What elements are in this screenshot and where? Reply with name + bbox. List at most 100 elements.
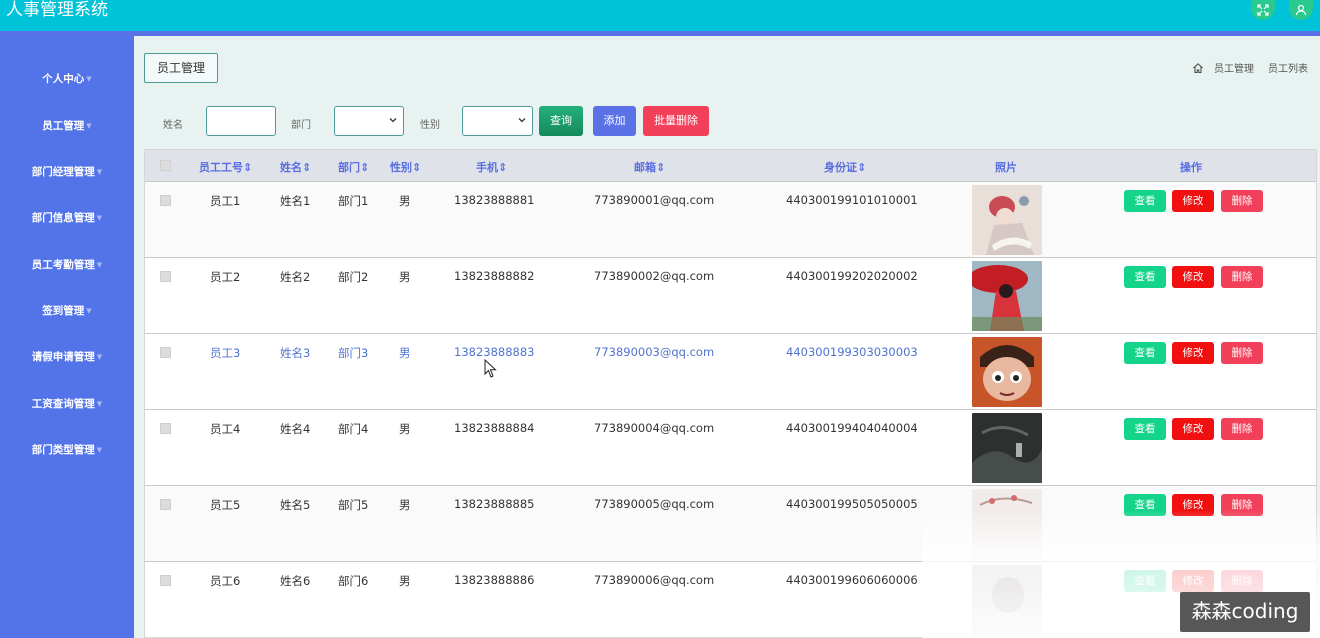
column-label: 邮箱 (634, 161, 656, 174)
delete-button[interactable]: 删除 (1221, 190, 1263, 212)
cell-phone: 13823888884 (454, 421, 535, 435)
gender-select[interactable] (462, 106, 533, 136)
cell-idcard: 440300199505050005 (786, 497, 918, 511)
sidebar-item-employee[interactable]: 员工管理 ▼ (0, 118, 134, 133)
view-button[interactable]: 查看 (1124, 342, 1166, 364)
table-row[interactable]: 员工4 姓名4 部门4 男 13823888884 773890004@qq.c… (145, 409, 1316, 485)
row-checkbox[interactable] (160, 575, 171, 586)
cell-gender: 男 (399, 498, 411, 512)
edit-button[interactable]: 修改 (1172, 342, 1214, 364)
employee-photo (972, 261, 1042, 331)
sort-icon: ⇕ (360, 161, 370, 174)
employee-photo (972, 337, 1042, 407)
edit-button[interactable]: 修改 (1172, 190, 1214, 212)
sidebar-item-sign-in[interactable]: 签到管理 ▼ (0, 303, 134, 318)
table-row[interactable]: 员工2 姓名2 部门2 男 13823888882 773890002@qq.c… (145, 257, 1316, 333)
user-button[interactable] (1289, 0, 1313, 20)
sidebar: 个人中心 ▼ 员工管理 ▼ 部门经理管理 ▼ 部门信息管理 ▼ 员工考勤管理 ▼ 签到管理… (0, 36, 134, 638)
sidebar-item-label: 工资查询管理 (31, 398, 95, 410)
page-tag[interactable]: 员工管理 (144, 53, 218, 83)
select-all-checkbox[interactable] (160, 160, 171, 171)
delete-button[interactable]: 删除 (1221, 342, 1263, 364)
row-checkbox[interactable] (160, 423, 171, 434)
sidebar-item-dept-type[interactable]: 部门类型管理 ▼ (0, 442, 134, 457)
sidebar-item-label: 个人中心 (42, 73, 85, 85)
mouse-cursor-icon (484, 359, 497, 378)
column-header-id[interactable]: 员工工号⇕ (199, 159, 252, 175)
cell-email: 773890005@qq.com (594, 497, 715, 511)
chevron-down-icon: ▼ (96, 446, 103, 454)
row-checkbox[interactable] (160, 347, 171, 358)
view-button[interactable]: 查看 (1124, 418, 1166, 440)
watermark: 森森coding (1180, 592, 1310, 632)
column-label: 姓名 (280, 161, 302, 174)
cell-idcard: 440300199404040004 (786, 421, 918, 435)
sidebar-item-attendance[interactable]: 员工考勤管理 ▼ (0, 257, 134, 272)
table-row[interactable]: 员工1 姓名1 部门1 男 13823888881 773890001@qq.c… (145, 181, 1316, 257)
cell-idcard: 440300199101010001 (786, 193, 918, 207)
view-button[interactable]: 查看 (1124, 266, 1166, 288)
batch-delete-button[interactable]: 批量删除 (643, 106, 709, 136)
sidebar-item-label: 部门信息管理 (31, 212, 95, 224)
cell-email: 773890003@qq.com (594, 345, 715, 359)
cell-email: 773890004@qq.com (594, 421, 715, 435)
breadcrumb-item[interactable]: 员工管理 (1214, 60, 1254, 75)
column-header-phone[interactable]: 手机⇕ (476, 159, 507, 175)
sidebar-item-salary[interactable]: 工资查询管理 ▼ (0, 396, 134, 411)
sort-icon: ⇕ (412, 161, 422, 174)
cell-id: 员工2 (210, 270, 241, 284)
table-row[interactable]: 员工3 姓名3 部门3 男 13823888883 773890003@qq.c… (145, 333, 1316, 409)
breadcrumb: 员工管理 员工列表 (1192, 60, 1308, 75)
edit-button[interactable]: 修改 (1172, 418, 1214, 440)
row-checkbox[interactable] (160, 195, 171, 206)
delete-button[interactable]: 删除 (1221, 418, 1263, 440)
sidebar-item-dept-manager[interactable]: 部门经理管理 ▼ (0, 164, 134, 179)
delete-button[interactable]: 删除 (1221, 266, 1263, 288)
sidebar-item-leave[interactable]: 请假申请管理 ▼ (0, 349, 134, 364)
chevron-down-icon: ▼ (96, 400, 103, 408)
search-button[interactable]: 查询 (539, 106, 583, 136)
sidebar-item-label: 请假申请管理 (31, 351, 95, 363)
cell-id: 员工5 (210, 498, 241, 512)
user-icon (1295, 4, 1307, 16)
sidebar-item-dept-info[interactable]: 部门信息管理 ▼ (0, 210, 134, 225)
add-button[interactable]: 添加 (593, 106, 636, 136)
edit-button[interactable]: 修改 (1172, 266, 1214, 288)
fullscreen-icon (1257, 4, 1269, 16)
column-header-gender[interactable]: 性别⇕ (390, 159, 421, 175)
breadcrumb-item: 员工列表 (1268, 64, 1308, 75)
cell-id: 员工6 (210, 574, 241, 588)
cell-email: 773890006@qq.com (594, 573, 715, 587)
cell-name: 姓名6 (280, 574, 311, 588)
home-icon[interactable] (1192, 62, 1204, 74)
chevron-down-icon (518, 118, 526, 123)
sidebar-item-label: 签到管理 (42, 305, 85, 317)
cell-id: 员工1 (210, 194, 241, 208)
view-button[interactable]: 查看 (1124, 190, 1166, 212)
cell-name: 姓名1 (280, 194, 311, 208)
sidebar-item-personal-center[interactable]: 个人中心 ▼ (0, 71, 134, 86)
fullscreen-button[interactable] (1251, 0, 1275, 20)
column-header-dept[interactable]: 部门⇕ (338, 159, 369, 175)
column-header-name[interactable]: 姓名⇕ (280, 159, 311, 175)
cell-dept: 部门1 (338, 194, 369, 208)
cell-name: 姓名4 (280, 422, 311, 436)
cell-gender: 男 (399, 270, 411, 284)
employee-photo (972, 185, 1042, 255)
cell-dept: 部门5 (338, 498, 369, 512)
column-header-email[interactable]: 邮箱⇕ (634, 159, 665, 175)
cell-gender: 男 (399, 422, 411, 436)
cell-name: 姓名3 (280, 346, 311, 360)
chevron-down-icon (389, 118, 397, 123)
column-header-idcard[interactable]: 身份证⇕ (824, 159, 866, 175)
cell-gender: 男 (399, 194, 411, 208)
cell-email: 773890001@qq.com (594, 193, 715, 207)
chevron-down-icon: ▼ (86, 75, 92, 83)
row-checkbox[interactable] (160, 271, 171, 282)
dept-select[interactable] (334, 106, 404, 136)
row-checkbox[interactable] (160, 499, 171, 510)
cell-gender: 男 (399, 346, 411, 360)
cell-idcard: 440300199606060006 (786, 573, 918, 587)
cell-dept: 部门2 (338, 270, 369, 284)
name-input[interactable] (206, 106, 276, 136)
